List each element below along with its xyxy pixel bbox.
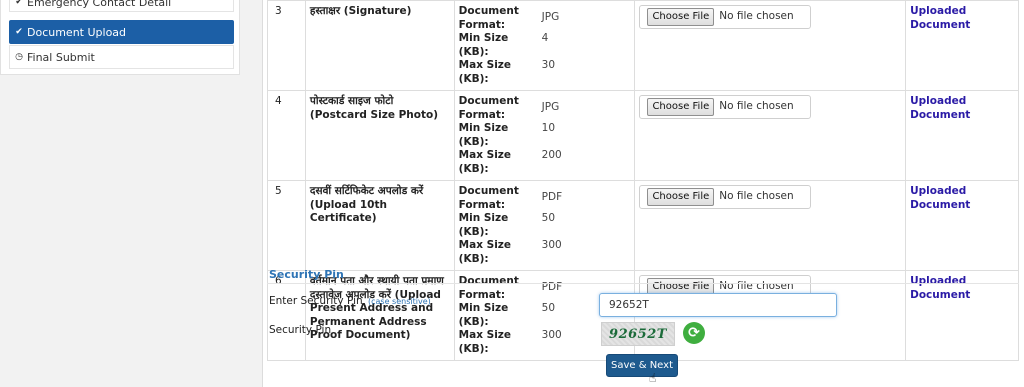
no-file-text: No file chosen bbox=[719, 10, 794, 23]
document-name: हस्ताक्षर (Signature) bbox=[304, 0, 455, 91]
file-input[interactable]: Choose File No file chosen bbox=[639, 95, 812, 119]
max-size-value: 200 bbox=[541, 149, 562, 161]
check-circle-icon: ✔ bbox=[15, 27, 23, 37]
refresh-icon[interactable]: ⟳ bbox=[683, 322, 705, 344]
max-size-value: 30 bbox=[541, 59, 556, 71]
save-next-button[interactable]: Save & Next bbox=[606, 354, 678, 377]
check-circle-icon: ✔ bbox=[15, 0, 23, 7]
captcha-image: 92652T bbox=[601, 322, 675, 346]
uploaded-document-link[interactable]: Uploaded Document bbox=[910, 185, 970, 211]
row-number: 5 bbox=[267, 180, 306, 271]
document-name: पोस्टकार्ड साइज फोटो (Postcard Size Phot… bbox=[304, 90, 455, 181]
main-panel: 3 हस्ताक्षर (Signature) Document JPG For… bbox=[262, 0, 1024, 387]
document-requirements: Document PDF Format: Min Size (KB): 50 M… bbox=[453, 180, 636, 271]
status-cell: Uploaded Document bbox=[905, 270, 1019, 361]
max-size-value: 300 bbox=[541, 239, 562, 251]
sidebar-item-emergency-contact[interactable]: ✔ Emergency Contact Detail bbox=[9, 0, 234, 12]
choose-file-button[interactable]: Choose File bbox=[647, 188, 715, 206]
status-cell: Uploaded Document bbox=[905, 0, 1019, 91]
max-size-label: Max Size (KB): bbox=[458, 149, 512, 175]
min-size-label: Min Size (KB): bbox=[458, 302, 509, 328]
min-size-value: 10 bbox=[541, 122, 556, 134]
max-size-label: Max Size (KB): bbox=[458, 239, 512, 265]
no-file-text: No file chosen bbox=[719, 100, 794, 113]
format-label-cont: Format: bbox=[458, 198, 506, 211]
min-size-label: Min Size (KB): bbox=[458, 212, 509, 238]
row-number: 6 bbox=[267, 270, 306, 361]
document-requirements: Document JPG Format: Min Size (KB): 4 Ma… bbox=[453, 0, 636, 91]
format-label-cont: Format: bbox=[458, 18, 506, 31]
no-file-text: No file chosen bbox=[719, 190, 794, 203]
format-value: JPG bbox=[541, 11, 560, 23]
sidebar-item-document-upload[interactable]: ✔ Document Upload bbox=[9, 20, 234, 44]
min-size-label: Min Size (KB): bbox=[458, 122, 509, 148]
format-label: Document bbox=[458, 185, 519, 197]
format-label: Document bbox=[458, 95, 519, 107]
max-size-label: Max Size (KB): bbox=[458, 59, 512, 85]
table-row: 3 हस्ताक्षर (Signature) Document JPG For… bbox=[267, 0, 1019, 91]
clock-icon: ◷ bbox=[15, 52, 23, 62]
format-label-cont: Format: bbox=[458, 288, 506, 301]
file-cell: Choose File No file chosen bbox=[634, 0, 907, 91]
hand-cursor-icon: ☝ bbox=[649, 371, 657, 385]
file-cell: Choose File No file chosen bbox=[634, 90, 907, 181]
format-label-cont: Format: bbox=[458, 108, 506, 121]
format-label: Document bbox=[458, 5, 519, 17]
document-name: दसवीं सर्टिफिकेट अपलोड करें (Upload 10th… bbox=[304, 180, 455, 271]
min-size-value: 50 bbox=[541, 212, 556, 224]
sidebar: ✔ Emergency Contact Detail ✔ Document Up… bbox=[0, 0, 240, 75]
case-sensitive-hint: (case sensitive) bbox=[368, 297, 431, 306]
format-value: PDF bbox=[541, 191, 563, 203]
enter-security-pin-label: Enter Security Pin (case sensitive) bbox=[269, 295, 431, 307]
document-name: वर्तमान पता और स्थायी पता प्रमाण दस्तावे… bbox=[304, 270, 455, 361]
uploaded-document-link[interactable]: Uploaded Document bbox=[910, 275, 970, 301]
table-row: 5 दसवीं सर्टिफिकेट अपलोड करें (Upload 10… bbox=[267, 180, 1019, 271]
status-cell: Uploaded Document bbox=[905, 90, 1019, 181]
row-number: 3 bbox=[267, 0, 306, 91]
format-label: Document bbox=[458, 275, 519, 287]
min-size-label: Min Size (KB): bbox=[458, 32, 509, 58]
divider bbox=[267, 283, 1019, 284]
max-size-label: Max Size (KB): bbox=[458, 329, 512, 355]
choose-file-button[interactable]: Choose File bbox=[647, 98, 715, 116]
file-cell: Choose File No file chosen bbox=[634, 180, 907, 271]
sidebar-item-label: Final Submit bbox=[27, 50, 95, 64]
status-cell: Uploaded Document bbox=[905, 180, 1019, 271]
enter-security-pin-text: Enter Security Pin bbox=[269, 295, 363, 307]
security-pin-title: Security Pin bbox=[269, 268, 344, 281]
security-pin-label: Security Pin bbox=[269, 324, 332, 336]
row-number: 4 bbox=[267, 90, 306, 181]
uploaded-document-link[interactable]: Uploaded Document bbox=[910, 5, 970, 31]
sidebar-item-label: Emergency Contact Detail bbox=[27, 0, 172, 9]
uploaded-document-link[interactable]: Uploaded Document bbox=[910, 95, 970, 121]
sidebar-item-final-submit[interactable]: ◷ Final Submit bbox=[9, 45, 234, 69]
file-input[interactable]: Choose File No file chosen bbox=[639, 5, 812, 29]
min-size-value: 4 bbox=[541, 32, 549, 44]
document-requirements: Document JPG Format: Min Size (KB): 10 M… bbox=[453, 90, 636, 181]
choose-file-button[interactable]: Choose File bbox=[647, 8, 715, 26]
sidebar-item-label: Document Upload bbox=[27, 25, 127, 39]
format-value: JPG bbox=[541, 101, 560, 113]
table-row: 4 पोस्टकार्ड साइज फोटो (Postcard Size Ph… bbox=[267, 90, 1019, 181]
file-input[interactable]: Choose File No file chosen bbox=[639, 185, 812, 209]
security-pin-input[interactable] bbox=[599, 293, 837, 317]
